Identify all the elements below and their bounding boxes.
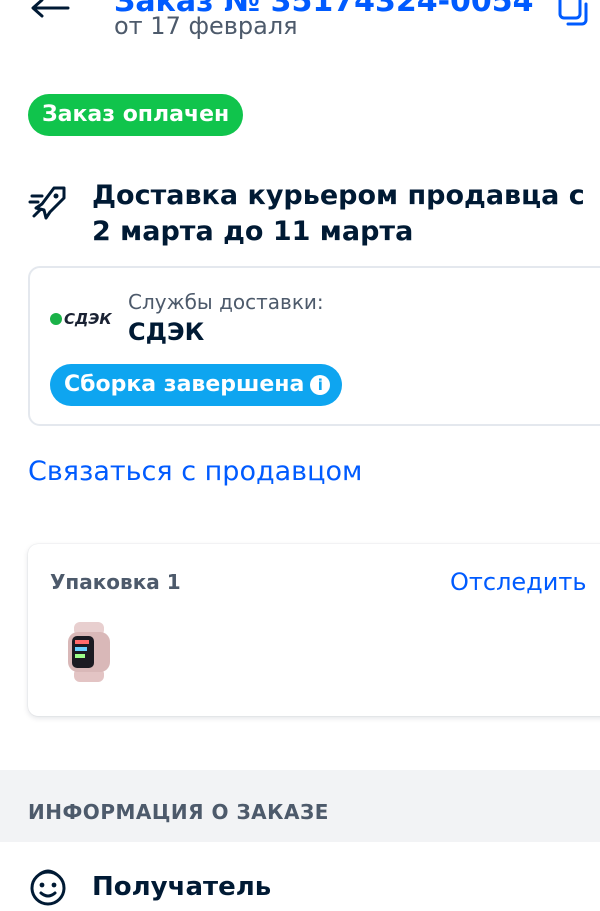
copy-button[interactable] [556,0,596,30]
order-info-section-header: ИНФОРМАЦИЯ О ЗАКАЗЕ [0,770,600,842]
delivery-service-label: Службы доставки: [128,290,324,314]
header: Заказ № 35174324-0054 от 17 февраля [0,0,600,60]
delivery-service-name: СДЭК [128,318,205,346]
fitness-band-image[interactable] [60,620,116,684]
package-label: Упаковка 1 [50,570,181,594]
arrow-left-icon [31,0,70,18]
assembly-status-label: Сборка завершена [64,372,305,397]
package-card: Упаковка 1 Отследить [28,544,600,716]
recipient-label: Получатель [92,872,272,902]
recipient-row[interactable]: Получатель [28,866,588,910]
back-button[interactable] [28,0,72,24]
delivery-title: Доставка курьером продавца с 2 марта до … [92,180,585,247]
order-info-title: ИНФОРМАЦИЯ О ЗАКАЗЕ [28,800,329,824]
contact-seller-link[interactable]: Связаться с продавцом [28,456,362,487]
delivery-service-card: СДЭК Службы доставки: СДЭК Сборка заверш… [28,266,600,426]
track-link[interactable]: Отследить [450,568,587,596]
cdek-logo: СДЭК [50,310,120,330]
order-date: от 17 февраля [114,12,298,40]
order-status-badge: Заказ оплачен [28,94,244,136]
assembly-status-badge[interactable]: Сборка завершена i [50,364,343,406]
copy-icon [558,0,588,26]
plane-fast-icon [28,182,70,224]
info-icon[interactable]: i [310,375,331,395]
smiley-icon [28,866,70,908]
